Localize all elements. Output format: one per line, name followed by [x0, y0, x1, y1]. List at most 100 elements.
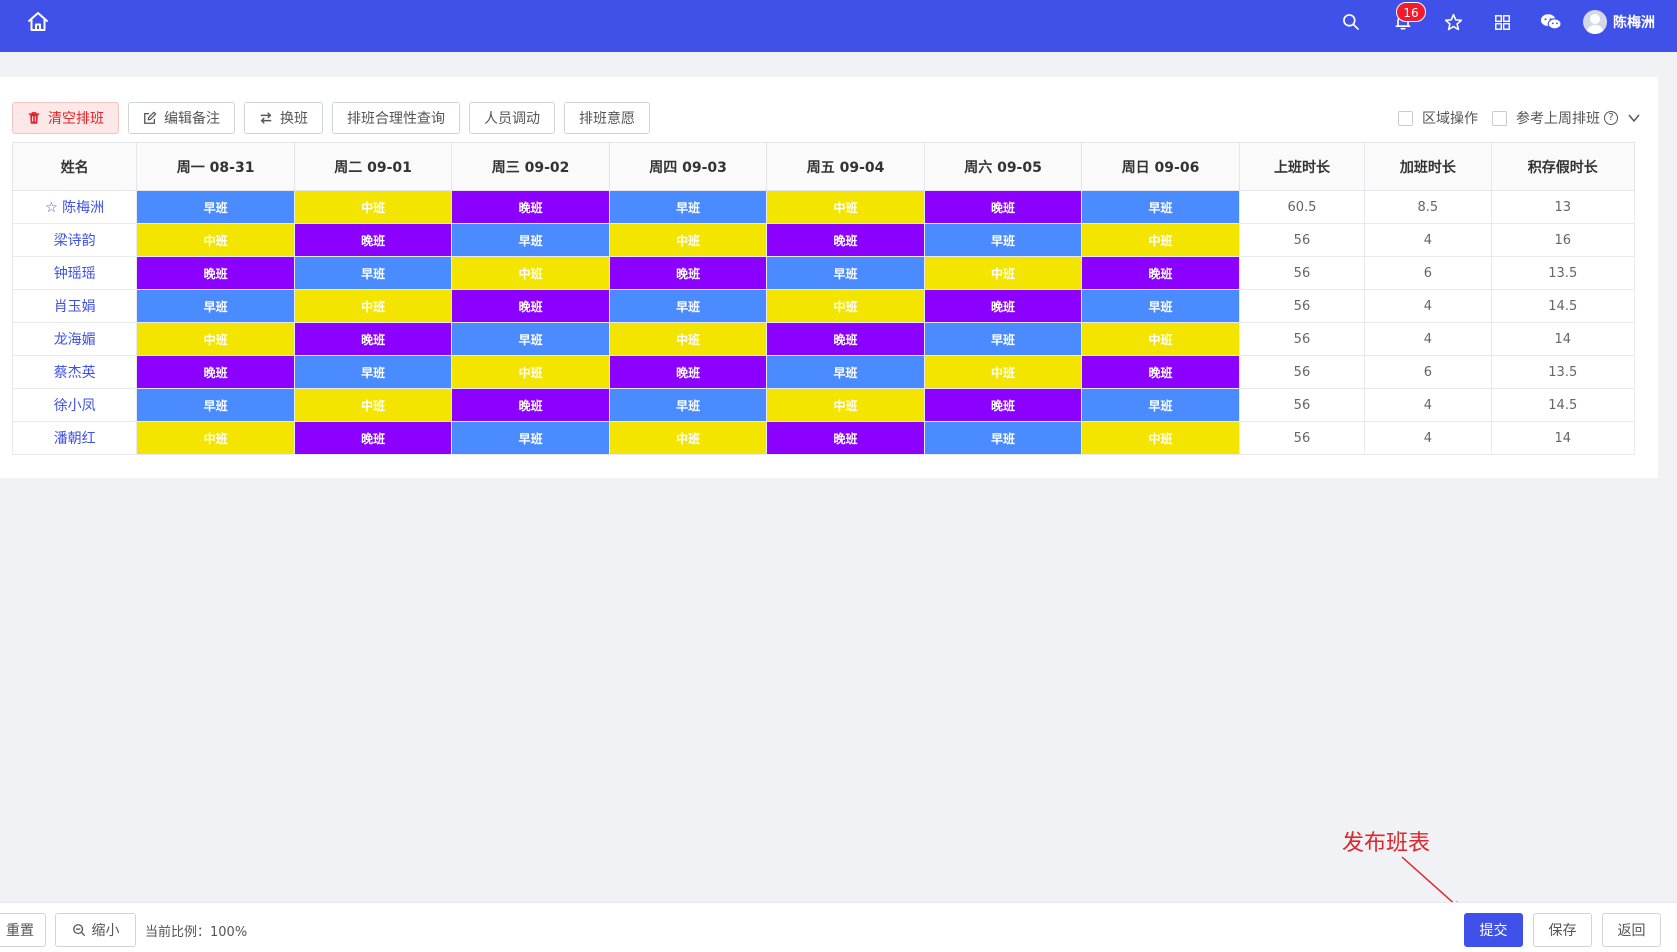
shift-cell[interactable]: 中班 — [766, 190, 925, 224]
schedule-check-button[interactable]: 排班合理性查询 — [332, 102, 460, 134]
shift-cell[interactable]: 早班 — [451, 322, 610, 356]
shift-cell[interactable]: 中班 — [1081, 322, 1240, 356]
shift-cell[interactable]: 早班 — [136, 190, 295, 224]
shift-cell[interactable]: 中班 — [1081, 223, 1240, 257]
reset-button[interactable]: 重置 — [0, 913, 46, 947]
help-icon[interactable]: ? — [1604, 111, 1618, 125]
schedule-wish-button[interactable]: 排班意愿 — [564, 102, 650, 134]
star-icon[interactable] — [1440, 9, 1466, 35]
ref-last-week-option[interactable]: 参考上周排班 — [1492, 108, 1600, 128]
employee-name[interactable]: 钟瑶瑶 — [11, 256, 138, 290]
shift-cell[interactable]: 早班 — [451, 421, 610, 455]
leave-hours: 14 — [1490, 421, 1636, 455]
submit-button[interactable]: 提交 — [1464, 913, 1523, 947]
shift-cell[interactable]: 中班 — [923, 355, 1083, 389]
shift-cell[interactable]: 中班 — [451, 256, 610, 290]
column-header: 加班时长 — [1364, 142, 1492, 191]
shift-cell[interactable]: 早班 — [766, 355, 925, 389]
schedule-table: 姓名 周一 08-31 周二 09-01 周三 09-02 周四 09-03 周… — [11, 142, 1636, 455]
shift-cell[interactable]: 晚班 — [136, 256, 295, 290]
employee-name[interactable]: ☆ 陈梅洲 — [11, 190, 138, 224]
shift-cell[interactable]: 中班 — [451, 355, 610, 389]
shift-cell[interactable]: 早班 — [766, 256, 925, 290]
shift-cell[interactable]: 早班 — [923, 421, 1083, 455]
shift-cell[interactable]: 早班 — [608, 388, 768, 422]
annotation-text: 发布班表 — [1342, 831, 1431, 856]
employee-name[interactable]: 潘朝红 — [11, 421, 138, 455]
employee-name[interactable]: 梁诗韵 — [11, 223, 138, 257]
shift-cell[interactable]: 早班 — [293, 355, 453, 389]
shift-cell[interactable]: 中班 — [293, 388, 453, 422]
shift-cell[interactable]: 早班 — [136, 388, 295, 422]
employee-name[interactable]: 龙海媚 — [11, 322, 138, 356]
shift-cell[interactable]: 早班 — [923, 223, 1083, 257]
zoom-out-label: 缩小 — [91, 923, 120, 939]
leave-hours: 13.5 — [1490, 256, 1636, 290]
shift-cell[interactable]: 晚班 — [766, 421, 925, 455]
clear-schedule-button[interactable]: 清空排班 — [12, 102, 119, 134]
search-icon[interactable] — [1338, 9, 1364, 35]
shift-cell[interactable]: 中班 — [293, 190, 453, 224]
shift-cell[interactable]: 晚班 — [608, 355, 768, 389]
shift-cell[interactable]: 早班 — [1081, 388, 1240, 422]
shift-cell[interactable]: 中班 — [923, 256, 1083, 290]
shift-cell[interactable]: 晚班 — [293, 322, 453, 356]
shift-cell[interactable]: 早班 — [451, 223, 610, 257]
shift-cell[interactable]: 中班 — [136, 223, 295, 257]
shift-cell[interactable]: 晚班 — [766, 223, 925, 257]
back-button[interactable]: 返回 — [1602, 913, 1661, 947]
shift-cell[interactable]: 中班 — [608, 322, 768, 356]
shift-cell[interactable]: 晚班 — [1081, 256, 1240, 290]
shift-cell[interactable]: 晚班 — [923, 388, 1083, 422]
shift-cell[interactable]: 早班 — [1081, 190, 1240, 224]
shift-cell[interactable]: 中班 — [766, 289, 925, 323]
ref-last-week-checkbox[interactable] — [1492, 110, 1507, 126]
shift-cell[interactable]: 晚班 — [136, 355, 295, 389]
grid-icon[interactable] — [1489, 9, 1515, 35]
region-op-checkbox[interactable] — [1398, 110, 1413, 126]
edit-icon — [144, 111, 157, 124]
employee-name[interactable]: 蔡杰英 — [11, 355, 138, 389]
table-header-row: 姓名 周一 08-31 周二 09-01 周三 09-02 周四 09-03 周… — [11, 142, 1636, 191]
shift-cell[interactable]: 晚班 — [1081, 355, 1240, 389]
shift-cell[interactable]: 晚班 — [293, 421, 453, 455]
shift-cell[interactable]: 晚班 — [451, 388, 610, 422]
shift-cell[interactable]: 中班 — [608, 421, 768, 455]
shift-cell[interactable]: 晚班 — [451, 190, 610, 224]
shift-cell[interactable]: 晚班 — [766, 322, 925, 356]
overtime-hours: 4 — [1364, 289, 1492, 323]
staff-transfer-button[interactable]: 人员调动 — [469, 102, 555, 134]
shift-cell[interactable]: 早班 — [608, 289, 768, 323]
shift-cell[interactable]: 中班 — [1081, 421, 1240, 455]
table-row: 潘朝红 中班 晚班 早班 中班 晚班 早班 中班 56 4 14 — [11, 421, 1636, 455]
shift-cell[interactable]: 晚班 — [608, 256, 768, 290]
employee-name[interactable]: 肖玉娟 — [11, 289, 138, 323]
user-menu[interactable]: 陈梅洲 — [1583, 9, 1655, 35]
shift-cell[interactable]: 晚班 — [451, 289, 610, 323]
column-header: 姓名 — [11, 142, 138, 191]
chevron-down-icon[interactable] — [1627, 111, 1641, 125]
save-button[interactable]: 保存 — [1533, 913, 1592, 947]
shift-cell[interactable]: 早班 — [136, 289, 295, 323]
region-op-option[interactable]: 区域操作 — [1398, 108, 1478, 128]
shift-cell[interactable]: 中班 — [293, 289, 453, 323]
shift-cell[interactable]: 早班 — [293, 256, 453, 290]
shift-cell[interactable]: 中班 — [766, 388, 925, 422]
work-hours: 60.5 — [1238, 190, 1366, 224]
shift-cell[interactable]: 晚班 — [923, 190, 1083, 224]
shift-cell[interactable]: 晚班 — [293, 223, 453, 257]
wechat-icon[interactable] — [1538, 9, 1564, 35]
swap-shift-button[interactable]: 换班 — [244, 102, 323, 134]
employee-name[interactable]: 徐小凤 — [11, 388, 138, 422]
shift-cell[interactable]: 早班 — [1081, 289, 1240, 323]
home-icon[interactable] — [26, 10, 50, 34]
zoom-out-button[interactable]: 缩小 — [55, 913, 136, 947]
shift-cell[interactable]: 早班 — [608, 190, 768, 224]
shift-cell[interactable]: 中班 — [136, 421, 295, 455]
shift-cell[interactable]: 中班 — [608, 223, 768, 257]
zoom-out-icon — [72, 924, 85, 937]
edit-note-button[interactable]: 编辑备注 — [128, 102, 235, 134]
shift-cell[interactable]: 早班 — [923, 322, 1083, 356]
shift-cell[interactable]: 晚班 — [923, 289, 1083, 323]
shift-cell[interactable]: 中班 — [136, 322, 295, 356]
